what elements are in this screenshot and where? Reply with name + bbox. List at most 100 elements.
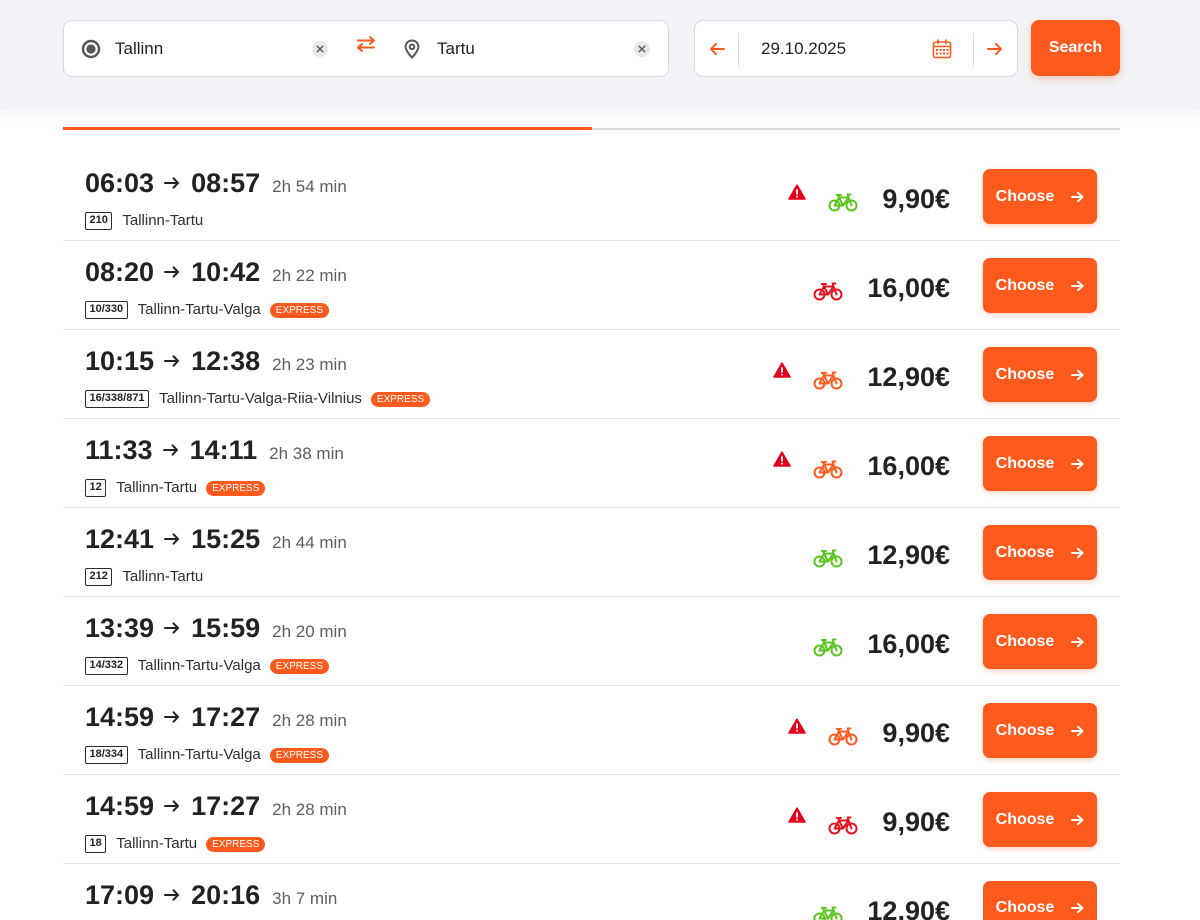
choose-button-label: Choose [995, 188, 1055, 205]
clear-destination-button[interactable] [634, 40, 650, 57]
route-number-badge: 210 [85, 212, 113, 230]
calendar-button[interactable] [932, 38, 952, 59]
trip-duration: 2h 54 min [272, 177, 347, 196]
departure-time: 08:20 [85, 257, 155, 287]
trip-times: 13:39 15:59 2h 20 min [85, 614, 347, 642]
arrow-right-icon [164, 800, 180, 812]
choose-button[interactable]: Choose [983, 258, 1097, 313]
search-button[interactable]: Search [1031, 20, 1120, 76]
trip-summary: 16,00€ Choose [813, 614, 1097, 669]
route-number-badge: 212 [85, 568, 113, 586]
arrow-right-icon [164, 355, 180, 367]
arrow-right-icon [164, 266, 180, 278]
choose-button-content: Choose [996, 544, 1085, 561]
arrow-right-icon [1071, 725, 1084, 736]
arrival-time: 15:59 [191, 613, 261, 643]
bike-icon [813, 460, 843, 478]
trip-duration: 2h 23 min [272, 355, 347, 374]
route-number-badge: 18/334 [85, 746, 128, 764]
trip-duration: 3h 7 min [272, 889, 338, 908]
departure-time: 06:03 [85, 168, 155, 198]
ticket-price: 9,90€ [882, 806, 950, 837]
route-name: Tallinn-Tartu-Valga-Riia-Vilnius [159, 390, 362, 407]
express-badge: EXPRESS [206, 836, 266, 852]
trip-summary: 12,90€ Choose [773, 347, 1097, 402]
search-header: Search [0, 0, 1200, 110]
ticket-price: 9,90€ [882, 717, 950, 748]
choose-button[interactable]: Choose [983, 792, 1097, 847]
route-name: Tallinn-Tartu [122, 212, 204, 229]
choose-button-label: Choose [995, 455, 1055, 472]
trip-times: 14:59 17:27 2h 28 min [85, 703, 347, 731]
route-name: Tallinn-Tartu [122, 568, 204, 585]
choose-button[interactable]: Choose [983, 703, 1097, 758]
arrow-right-icon [164, 711, 180, 723]
ticket-price: 9,90€ [882, 183, 950, 214]
next-day-button[interactable] [987, 42, 1003, 56]
trip-duration: 2h 38 min [269, 444, 344, 463]
arrow-right-icon [164, 533, 180, 545]
choose-button-content: Choose [996, 188, 1085, 205]
ticket-price: 12,90€ [867, 361, 950, 392]
bike-icon [813, 549, 843, 567]
departure-time: 11:33 [85, 435, 153, 465]
route-info: 212 Tallinn-Tartu [85, 567, 203, 587]
close-icon [634, 40, 650, 57]
clear-origin-button[interactable] [312, 40, 328, 57]
arrow-right-icon [1071, 191, 1084, 202]
route-name: Tallinn-Tartu [116, 835, 198, 852]
route-info: 12 Tallinn-Tartu EXPRESS [85, 478, 266, 498]
trip-summary: 9,90€ Choose [788, 792, 1097, 847]
trip-row: 10:15 12:38 2h 23 min 16/338/871 Tallinn-Tar… [63, 330, 1120, 419]
bike-icon [828, 193, 858, 211]
ticket-price: 16,00€ [867, 272, 950, 303]
arrow-left-icon [710, 43, 725, 55]
origin-input[interactable] [115, 36, 300, 62]
departure-time: 14:59 [85, 791, 155, 821]
arrow-right-icon [1071, 636, 1084, 647]
arrival-time: 10:42 [191, 257, 261, 287]
choose-button-label: Choose [995, 366, 1055, 383]
route-search-box [63, 20, 669, 77]
arrow-right-icon [987, 43, 1002, 55]
choose-button[interactable]: Choose [983, 347, 1097, 402]
trip-list: 06:03 08:57 2h 54 min 210 Tallinn-Tartu 9,90€… [63, 152, 1120, 920]
arrow-right-icon [1071, 369, 1084, 380]
express-badge: EXPRESS [269, 658, 330, 674]
route-name: Tallinn-Tartu-Valga [137, 746, 261, 763]
express-badge: EXPRESS [269, 302, 330, 318]
choose-button[interactable]: Choose [983, 436, 1097, 491]
choose-button-content: Choose [996, 633, 1085, 650]
destination-input[interactable] [437, 36, 622, 62]
date-divider [973, 33, 974, 66]
warning-icon [788, 183, 807, 200]
arrow-right-icon [164, 889, 180, 901]
trip-duration: 2h 28 min [272, 800, 347, 819]
choose-button[interactable]: Choose [983, 614, 1097, 669]
choose-button[interactable]: Choose [983, 525, 1097, 580]
trip-row: 17:09 20:16 3h 7 min 12,90€ Choose [63, 864, 1120, 920]
trip-times: 17:09 20:16 3h 7 min [85, 881, 337, 909]
bike-icon [813, 906, 843, 920]
choose-button[interactable]: Choose [983, 881, 1097, 920]
departure-time: 13:39 [85, 613, 155, 643]
trip-row: 14:59 17:27 2h 28 min 18/334 Tallinn-Tartu-V… [63, 686, 1120, 775]
bike-icon [813, 282, 843, 300]
choose-button-label: Choose [995, 722, 1055, 739]
date-divider [738, 33, 739, 66]
trip-summary: 12,90€ Choose [813, 881, 1097, 920]
route-info: 18/334 Tallinn-Tartu-Valga EXPRESS [85, 745, 330, 765]
date-input[interactable] [761, 36, 921, 62]
trip-times: 11:33 14:11 2h 38 min [85, 436, 344, 464]
trip-duration: 2h 20 min [272, 622, 347, 641]
choose-button[interactable]: Choose [983, 169, 1097, 224]
route-number-badge: 16/338/871 [85, 390, 150, 408]
route-name: Tallinn-Tartu-Valga [137, 301, 261, 318]
swap-direction-button[interactable] [355, 35, 377, 53]
previous-day-button[interactable] [709, 42, 725, 56]
origin-radio-icon [81, 39, 101, 59]
route-info: 14/332 Tallinn-Tartu-Valga EXPRESS [85, 656, 330, 676]
route-info: 18 Tallinn-Tartu EXPRESS [85, 834, 266, 854]
arrival-time: 15:25 [191, 524, 261, 554]
departure-time: 14:59 [85, 702, 155, 732]
